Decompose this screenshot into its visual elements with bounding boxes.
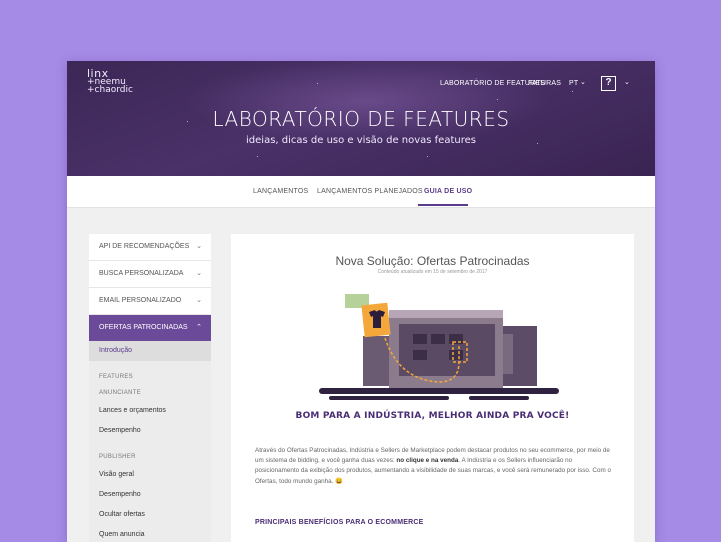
chevron-down-icon: ⌄ bbox=[196, 297, 202, 304]
chevron-up-icon: ⌃ bbox=[196, 324, 202, 331]
window-shape-detail bbox=[503, 334, 513, 374]
star-decoration bbox=[317, 83, 318, 84]
chevron-down-icon: ⌄ bbox=[196, 270, 202, 277]
tab-guia-de-uso[interactable]: GUIA DE USO bbox=[424, 188, 472, 195]
sidebar-heading-anunciante: ANUNCIANTE bbox=[99, 390, 142, 396]
paragraph-emphasis: no clique e na venda bbox=[396, 457, 459, 465]
sidebar-link-quem-anuncia[interactable]: Quem anuncia bbox=[89, 525, 211, 542]
sidebar-item-label: OFERTAS PATROCINADAS bbox=[99, 324, 188, 331]
window-titlebar-shape bbox=[389, 310, 503, 318]
sidebar-item-busca-personalizada[interactable]: BUSCA PERSONALIZADA ⌄ bbox=[89, 261, 211, 288]
sidebar-item-ofertas-patrocinadas[interactable]: OFERTAS PATROCINADAS ⌃ bbox=[89, 315, 211, 341]
tab-lancamentos[interactable]: LANÇAMENTOS bbox=[253, 188, 308, 195]
sidebar-link-desempenho-publisher[interactable]: Desempenho bbox=[89, 485, 211, 505]
sidebar-heading-publisher: PUBLISHER bbox=[99, 454, 136, 460]
product-tile-shape bbox=[449, 350, 463, 360]
page-subtitle: ideias, dicas de uso e visão de novas fe… bbox=[246, 135, 476, 146]
sidebar-item-email-personalizado[interactable]: EMAIL PERSONALIZADO ⌄ bbox=[89, 288, 211, 315]
sidebar-heading-features: FEATURES bbox=[99, 374, 133, 380]
article-title: Nova Solução: Ofertas Patrocinadas bbox=[335, 254, 530, 268]
article-card: Nova Solução: Ofertas Patrocinadas Conte… bbox=[231, 234, 634, 542]
tab-bar: LANÇAMENTOS LANÇAMENTOS PLANEJADOS GUIA … bbox=[67, 176, 655, 208]
sidebar-link-visao-geral[interactable]: Visão geral bbox=[89, 465, 211, 485]
ground-shape bbox=[329, 396, 449, 400]
linx-logo[interactable]: linx +neemu +chaordic bbox=[87, 68, 133, 95]
language-selector[interactable]: PT bbox=[569, 80, 578, 87]
sidebar-link-introducao[interactable]: Introdução bbox=[89, 341, 211, 361]
help-question-icon[interactable]: ? bbox=[601, 76, 616, 91]
sidebar-link-lances[interactable]: Lances e orçamentos bbox=[89, 401, 211, 421]
product-tile-shape bbox=[413, 334, 427, 344]
sidebar-submenu: Introdução FEATURES ANUNCIANTE Lances e … bbox=[89, 341, 211, 542]
ground-shape bbox=[469, 396, 529, 400]
sidebar-item-api-recomendacoes[interactable]: API DE RECOMENDAÇÕES ⌄ bbox=[89, 234, 211, 261]
sponsored-offers-illustration bbox=[319, 294, 559, 400]
star-decoration bbox=[427, 156, 428, 157]
active-tab-indicator bbox=[418, 204, 468, 206]
product-tile-shape bbox=[413, 350, 427, 360]
star-decoration bbox=[497, 99, 498, 100]
browser-window: linx +neemu +chaordic LABORATÓRIO DE FEA… bbox=[67, 61, 655, 542]
star-decoration bbox=[572, 91, 573, 92]
language-chevron-down-icon[interactable]: ⌄ bbox=[580, 78, 586, 86]
sidebar: API DE RECOMENDAÇÕES ⌄ BUSCA PERSONALIZA… bbox=[89, 234, 211, 542]
ground-shape bbox=[319, 388, 559, 394]
section-heading: PRINCIPAIS BENEFÍCIOS PARA O ECOMMERCE bbox=[255, 519, 424, 526]
sidebar-link-desempenho-anunciante[interactable]: Desempenho bbox=[89, 421, 211, 441]
illustration-slogan: BOM PARA A INDÚSTRIA, MELHOR AINDA PRA V… bbox=[295, 411, 570, 421]
help-chevron-down-icon[interactable]: ⌄ bbox=[624, 78, 630, 86]
sidebar-item-label: BUSCA PERSONALIZADA bbox=[99, 270, 184, 277]
nav-link-faturas[interactable]: FATURAS bbox=[528, 80, 561, 87]
article-paragraph: Através do Ofertas Patrocinadas, Indústr… bbox=[255, 446, 615, 487]
star-decoration bbox=[257, 156, 258, 157]
chevron-down-icon: ⌄ bbox=[196, 243, 202, 250]
tab-lancamentos-planejados[interactable]: LANÇAMENTOS PLANEJADOS bbox=[317, 188, 423, 195]
sidebar-link-ocultar-ofertas[interactable]: Ocultar ofertas bbox=[89, 505, 211, 525]
sidebar-item-label: EMAIL PERSONALIZADO bbox=[99, 297, 182, 304]
article-date: Conteúdo atualizado em 15 de setembro de… bbox=[377, 269, 488, 275]
sidebar-item-label: API DE RECOMENDAÇÕES bbox=[99, 243, 190, 250]
product-tile-shape bbox=[431, 334, 445, 344]
page-title: LABORATÓRIO DE FEATURES bbox=[212, 107, 510, 131]
logo-line-chaordic: +chaordic bbox=[87, 85, 133, 95]
hero-header: linx +neemu +chaordic LABORATÓRIO DE FEA… bbox=[67, 61, 655, 176]
